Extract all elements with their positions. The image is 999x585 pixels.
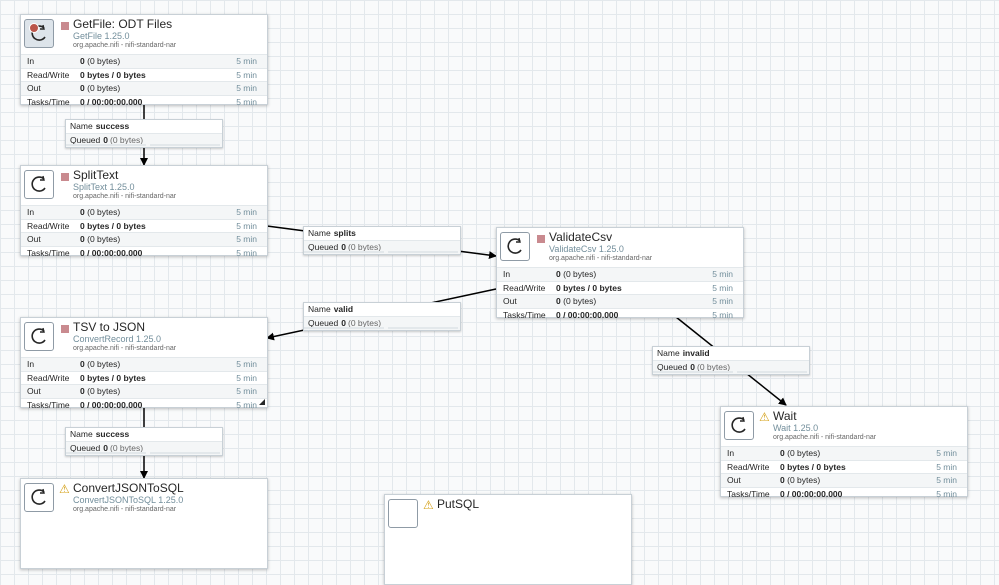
stat-row-in: In 0 (0 bytes) 5 min	[21, 357, 267, 371]
stopped-status-icon	[61, 325, 69, 333]
stat-row-out: Out 0 (0 bytes) 5 min	[21, 384, 267, 398]
stat-row-readwrite: Read/Write 0 bytes / 0 bytes 5 min	[497, 280, 743, 295]
stat-row-in: In 0 (0 bytes) 5 min	[21, 54, 267, 68]
stat-row-tasks: Tasks/Time 0 / 00:00:00.000 5 min	[21, 397, 267, 412]
processor-wait[interactable]: ⚠ Wait Wait 1.25.0 org.apache.nifi - nif…	[720, 406, 968, 499]
queue-bar	[304, 327, 458, 329]
connection-label-success-2[interactable]: Name success Queued 0 (0 bytes)	[65, 427, 223, 456]
processor-name: ConvertJSONToSQL	[73, 481, 184, 495]
resize-handle[interactable]	[259, 399, 265, 405]
stat-row-readwrite: Read/Write 0 bytes / 0 bytes 5 min	[721, 459, 967, 474]
processor-splittext[interactable]: SplitText SplitText 1.25.0 org.apache.ni…	[20, 165, 268, 258]
processor-icon	[24, 483, 54, 512]
connection-label-success-1[interactable]: Name success Queued 0 (0 bytes)	[65, 119, 223, 148]
connection-label-splits[interactable]: Name splits Queued 0 (0 bytes)	[303, 226, 461, 255]
stat-row-out: Out 0 (0 bytes) 5 min	[21, 232, 267, 246]
queue-bar	[653, 371, 807, 373]
stat-row-readwrite: Read/Write 0 bytes / 0 bytes 5 min	[21, 67, 267, 82]
stat-row-tasks: Tasks/Time 0 / 00:00:00.000 5 min	[21, 245, 267, 260]
stopped-status-icon	[61, 22, 69, 30]
processor-name: GetFile: ODT Files	[73, 17, 173, 31]
processor-name: PutSQL	[437, 497, 480, 511]
processor-bundle: org.apache.nifi - nifi-standard-nar	[73, 506, 177, 513]
stat-row-tasks: Tasks/Time 0 / 00:00:00.000 5 min	[497, 307, 743, 322]
processor-icon	[724, 411, 754, 440]
processor-icon	[24, 19, 54, 48]
processor-icon	[388, 499, 418, 528]
stopped-status-icon	[61, 173, 69, 181]
stat-row-tasks: Tasks/Time 0 / 00:00:00.000 5 min	[721, 486, 967, 501]
processor-convertjsontosql[interactable]: ⚠ ConvertJSONToSQL ConvertJSONToSQL 1.25…	[20, 478, 268, 569]
bulletin-badge-icon[interactable]	[29, 23, 39, 33]
warning-icon[interactable]: ⚠	[59, 483, 70, 495]
stat-row-out: Out 0 (0 bytes) 5 min	[721, 473, 967, 487]
processor-type: ValidateCsv 1.25.0	[549, 244, 624, 254]
processor-icon	[500, 232, 530, 261]
processor-icon	[24, 322, 54, 351]
processor-type: ConvertJSONToSQL 1.25.0	[73, 495, 184, 505]
stat-row-readwrite: Read/Write 0 bytes / 0 bytes 5 min	[21, 370, 267, 385]
processor-type: SplitText 1.25.0	[73, 182, 135, 192]
processor-putsql[interactable]: ⚠ PutSQL	[384, 494, 632, 585]
processor-tsv-to-json[interactable]: TSV to JSON ConvertRecord 1.25.0 org.apa…	[20, 317, 268, 410]
processor-icon	[24, 170, 54, 199]
stat-row-tasks: Tasks/Time 0 / 00:00:00.000 5 min	[21, 94, 267, 109]
processor-type: GetFile 1.25.0	[73, 31, 130, 41]
queue-bar	[304, 251, 458, 253]
processor-bundle: org.apache.nifi - nifi-standard-nar	[773, 434, 877, 441]
processor-name: ValidateCsv	[549, 230, 613, 244]
stat-row-in: In 0 (0 bytes) 5 min	[721, 446, 967, 460]
warning-icon[interactable]: ⚠	[759, 411, 770, 423]
stat-row-in: In 0 (0 bytes) 5 min	[497, 267, 743, 281]
processor-type: ConvertRecord 1.25.0	[73, 334, 162, 344]
stat-row-readwrite: Read/Write 0 bytes / 0 bytes 5 min	[21, 218, 267, 233]
processor-name: Wait	[773, 409, 797, 423]
connection-label-invalid[interactable]: Name invalid Queued 0 (0 bytes)	[652, 346, 810, 375]
connection-label-valid[interactable]: Name valid Queued 0 (0 bytes)	[303, 302, 461, 331]
queue-bar	[66, 144, 220, 146]
processor-bundle: org.apache.nifi - nifi-standard-nar	[73, 42, 177, 49]
processor-type: Wait 1.25.0	[773, 423, 819, 433]
processor-name: SplitText	[73, 168, 119, 182]
stat-row-out: Out 0 (0 bytes) 5 min	[21, 81, 267, 95]
processor-validatecsv[interactable]: ValidateCsv ValidateCsv 1.25.0 org.apach…	[496, 227, 744, 320]
stopped-status-icon	[537, 235, 545, 243]
processor-getfile[interactable]: GetFile: ODT Files GetFile 1.25.0 org.ap…	[20, 14, 268, 107]
stat-row-in: In 0 (0 bytes) 5 min	[21, 205, 267, 219]
queue-bar	[66, 452, 220, 454]
stat-row-out: Out 0 (0 bytes) 5 min	[497, 294, 743, 308]
warning-icon[interactable]: ⚠	[423, 499, 434, 511]
processor-name: TSV to JSON	[73, 320, 146, 334]
processor-bundle: org.apache.nifi - nifi-standard-nar	[73, 193, 177, 200]
processor-bundle: org.apache.nifi - nifi-standard-nar	[73, 345, 177, 352]
processor-bundle: org.apache.nifi - nifi-standard-nar	[549, 255, 653, 262]
